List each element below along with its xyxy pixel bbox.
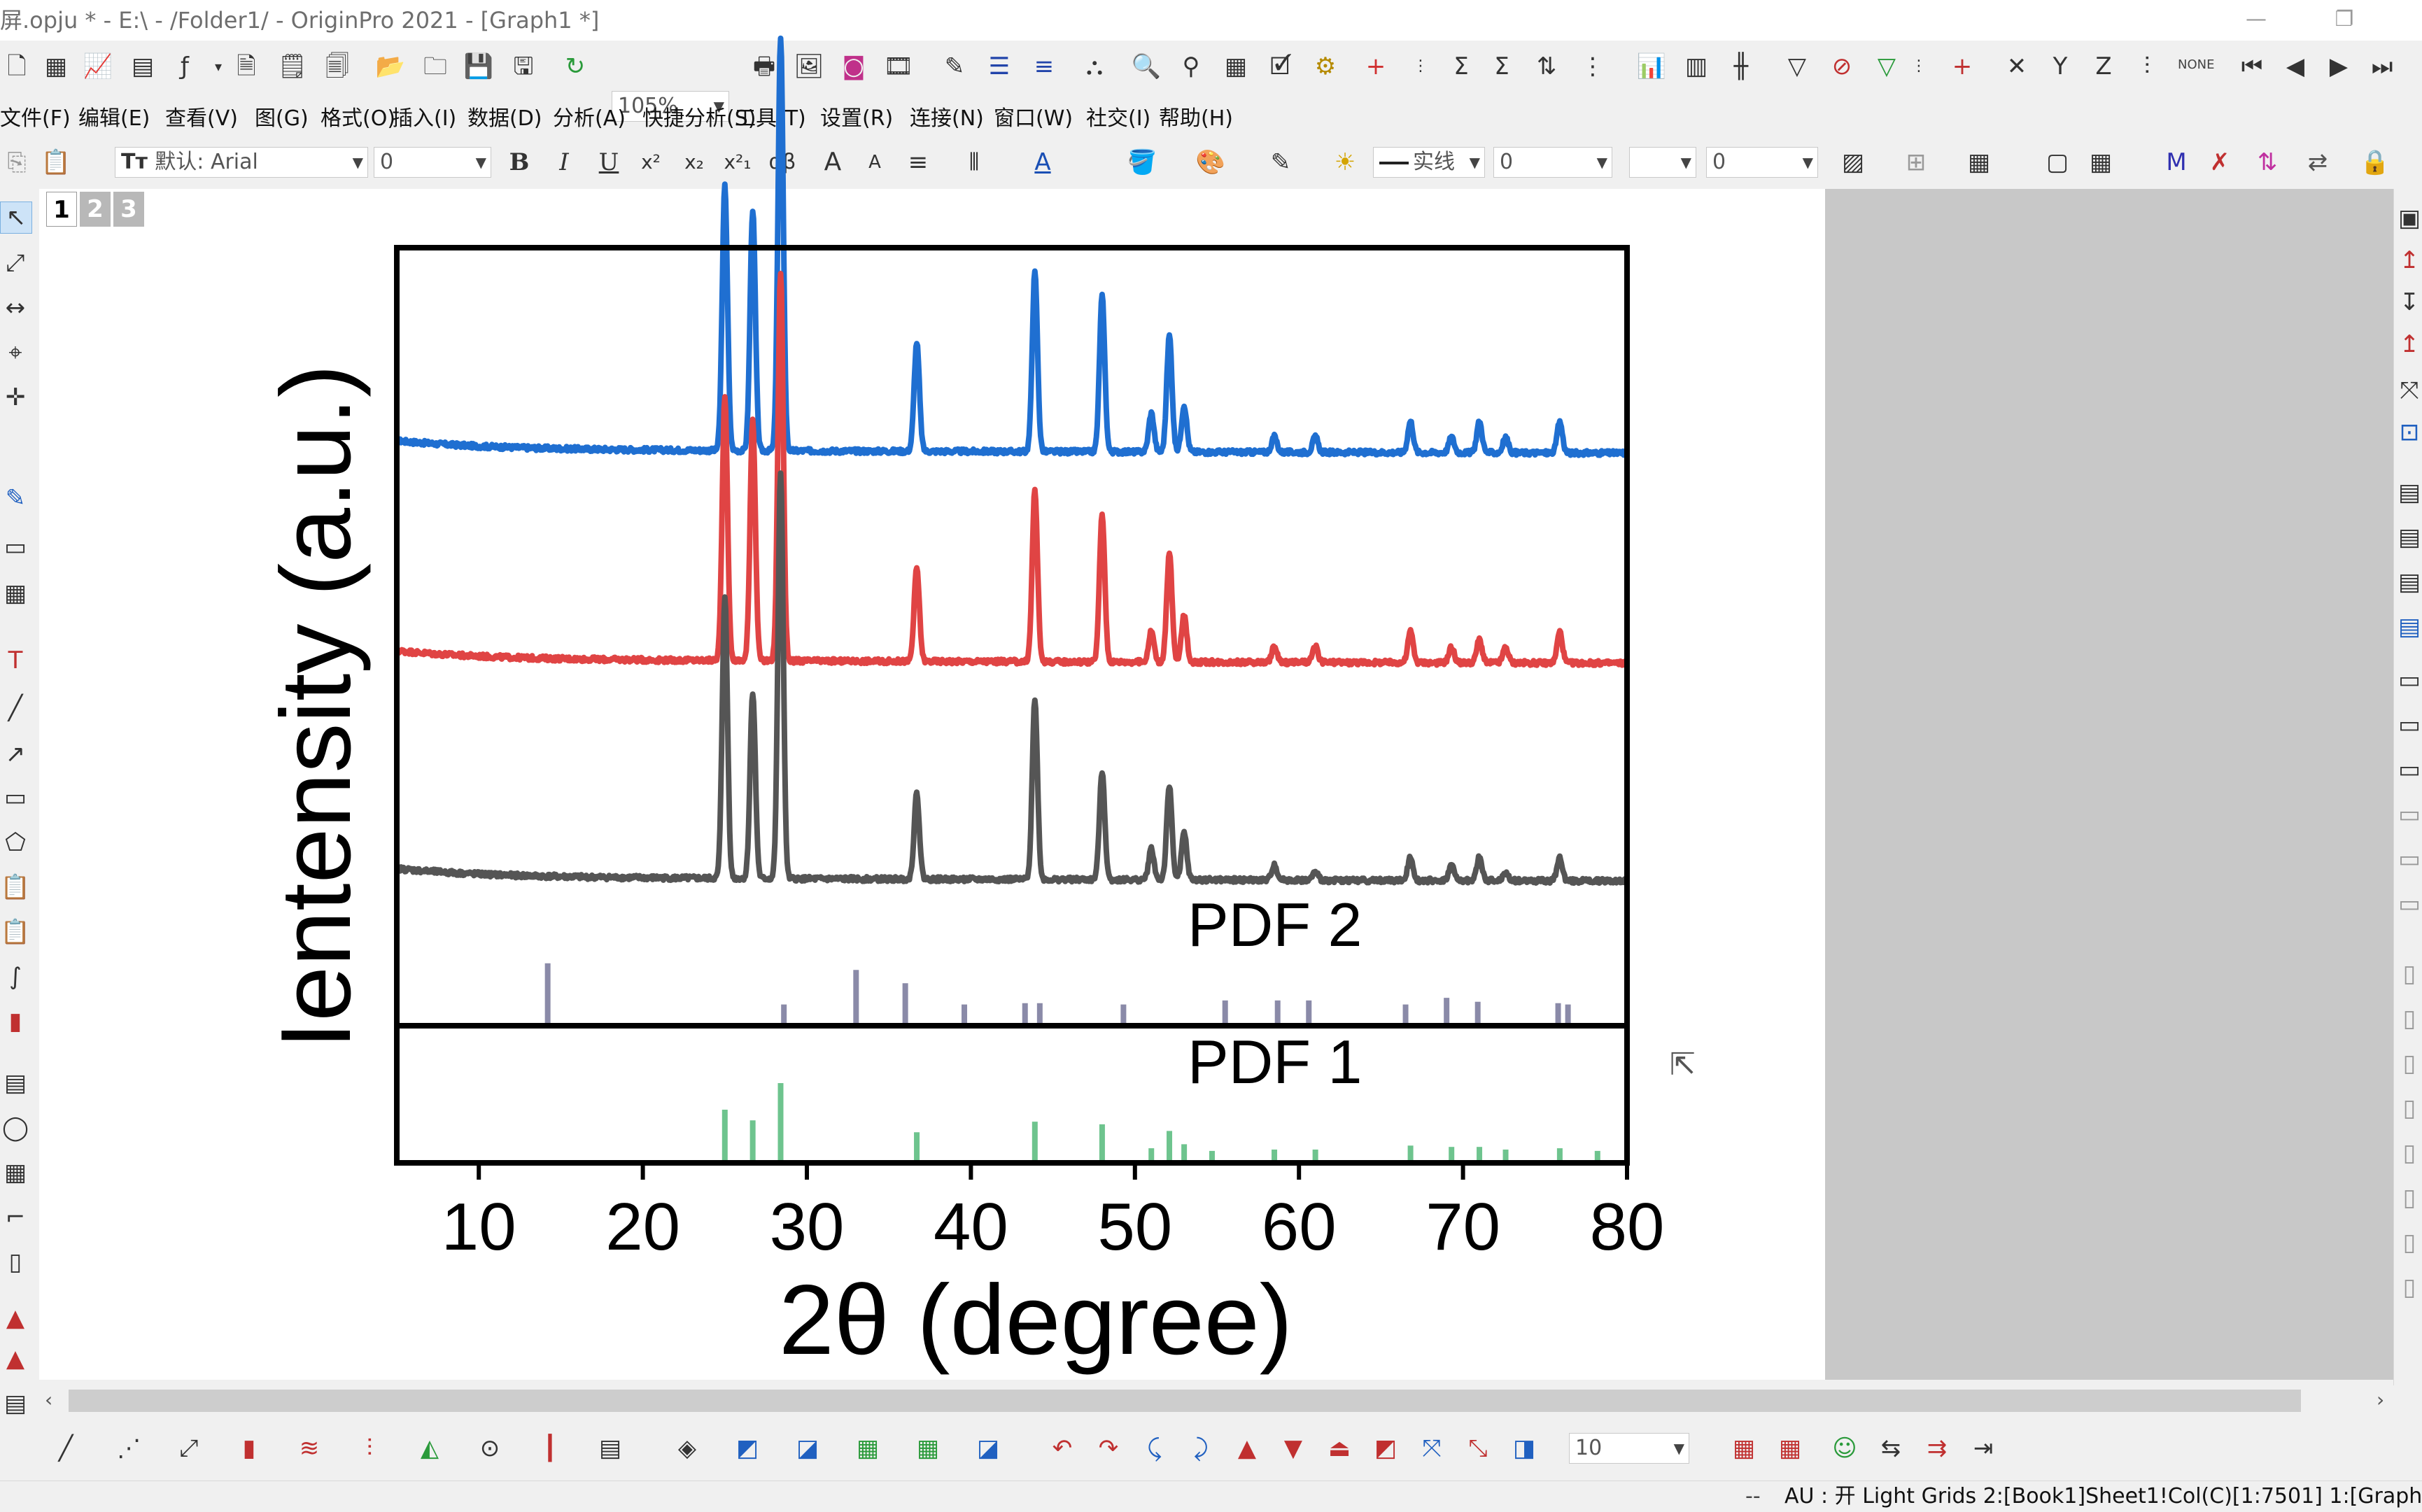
theme-icon[interactable]: ☺ (1829, 1433, 1860, 1464)
3d-bar-icon[interactable]: ◩ (732, 1433, 763, 1464)
scatter-plot-icon[interactable]: ⋰ (113, 1433, 144, 1464)
column-plot-icon[interactable]: ▮ (234, 1433, 265, 1464)
layer-manager-icon[interactable]: ▤ (2394, 612, 2422, 642)
status-bar: -- AU : 开 Light Grids 2:[Book1]Sheet1!Co… (0, 1481, 2422, 1512)
tilt-right-icon[interactable]: ⤸ (1185, 1433, 1216, 1464)
merge-graph-icon[interactable]: ▤ (2394, 477, 2422, 508)
projection-icon[interactable]: ◨ (1509, 1433, 1540, 1464)
bring-front-icon[interactable]: ▣ (2394, 203, 2422, 234)
layer-icon-e[interactable]: ▯ (2394, 1003, 2422, 1034)
reference-group (544, 963, 1600, 1163)
line-symbol-plot-icon[interactable]: ⤢ (174, 1433, 204, 1464)
2d-graphs-toolbar: ╱ ⋰ ⤢ ▮ ≋ ⫶ ◭ ⊙ ┃ ▤ ◈ ◩ ◪ ▦ ▦ ◪ ↶ ↷ ⤹ ⤸ … (36, 1416, 2422, 1481)
multi-panel-icon[interactable]: ≋ (294, 1433, 325, 1464)
layer-icon-c[interactable]: ▭ (2394, 889, 2422, 919)
lower-plot-frame (394, 1023, 1630, 1166)
new-legend-icon[interactable]: ▭ (2394, 665, 2422, 695)
layer-icon-a[interactable]: ▭ (2394, 799, 2422, 830)
3d-scatter-icon[interactable]: ◪ (792, 1433, 823, 1464)
layer-icon-h[interactable]: ▯ (2394, 1138, 2422, 1168)
perspective-icon[interactable]: ⏏ (1324, 1433, 1355, 1464)
x-tick-label: 50 (1097, 1189, 1172, 1264)
status-left-text: -- (1745, 1484, 1761, 1509)
x-tick-label: 60 (1262, 1189, 1337, 1264)
move-down-icon[interactable]: ▼ (1278, 1433, 1309, 1464)
x-tick-label: 40 (934, 1189, 1008, 1264)
layer-icon-g[interactable]: ▯ (2394, 1093, 2422, 1124)
line-plot-icon[interactable]: ╱ (50, 1433, 81, 1464)
right-toolbar: ▣ ↥ ↧ ↥ ⤧ ⊡ ▤ ▤ ▤ ▤ ▭ ▭ ▭ ▭ ▭ ▭ ▯ ▯ ▯ ▯ … (2393, 189, 2422, 1462)
scroll-right-icon[interactable]: › (2377, 1388, 2384, 1411)
size-dropdown-icon: ▼ (1673, 1440, 1684, 1457)
size-value: 10 (1575, 1436, 1603, 1460)
x-axis-title: 2θ (degree) (779, 1264, 1293, 1376)
contour-icon[interactable]: ▦ (852, 1433, 883, 1464)
size-select[interactable]: 10 ▼ (1569, 1433, 1689, 1464)
layer-icon-d[interactable]: ▯ (2394, 959, 2422, 989)
color-scale-legend-icon[interactable]: ▭ (2394, 754, 2422, 785)
image-plot-icon[interactable]: ◪ (973, 1433, 1004, 1464)
stock-plot-icon[interactable]: ┃ (535, 1433, 565, 1464)
tilt-left-icon[interactable]: ⤹ (1139, 1433, 1170, 1464)
upper-plot-frame (394, 245, 1630, 1029)
rescale-y-icon[interactable]: ↧ (2394, 287, 2422, 318)
horizontal-scrollbar[interactable]: ‹ › (39, 1385, 2400, 1416)
layer-icon-f[interactable]: ▯ (2394, 1048, 2422, 1079)
series-line-2 (394, 271, 1630, 668)
rescale-x-icon[interactable]: ↥ (2394, 245, 2422, 276)
mouse-cursor-icon: ⇱ (1670, 1047, 1696, 1082)
polar-plot-icon[interactable]: ⊙ (474, 1433, 505, 1464)
x-tick-label: 70 (1425, 1189, 1500, 1264)
scroll-left-icon[interactable]: ‹ (45, 1388, 52, 1411)
add-axis-icon[interactable]: ⊡ (2394, 417, 2422, 448)
rotate-left-icon[interactable]: ↶ (1047, 1433, 1078, 1464)
x-tick-label: 80 (1590, 1189, 1665, 1264)
series-line-3 (395, 470, 1629, 886)
scrollbar-thumb[interactable] (69, 1390, 2301, 1412)
layer-content-icon[interactable]: ▤ (2394, 567, 2422, 598)
layer-icon-i[interactable]: ▯ (2394, 1182, 2422, 1213)
pdf2-label: PDF 2 (1188, 890, 1362, 959)
mask-point-icon[interactable]: ▦ (1729, 1433, 1759, 1464)
reset-icon[interactable]: ⤡ (1463, 1433, 1493, 1464)
error-bar-icon[interactable]: ⫶ (354, 1433, 385, 1464)
x-tick-label: 30 (770, 1189, 845, 1264)
timestamp-icon[interactable]: ▭ (2394, 709, 2422, 740)
xrd-chart: 10 20 30 40 50 60 70 80 PDF 2 PDF 1 2θ (degree)… (260, 35, 1665, 1376)
unmask-point-icon[interactable]: ▦ (1775, 1433, 1805, 1464)
x-axis-ticks: 10 20 30 40 50 60 70 80 (442, 1163, 1665, 1264)
pdf1-label: PDF 1 (1188, 1027, 1362, 1096)
heatmap-icon[interactable]: ▦ (913, 1433, 943, 1464)
x-tick-label: 10 (442, 1189, 516, 1264)
swap-axes-icon[interactable]: ⤧ (2394, 375, 2422, 406)
rotate-right-icon[interactable]: ↷ (1093, 1433, 1124, 1464)
series-group (394, 35, 1630, 886)
fit-frame-icon[interactable]: ⤧ (1416, 1433, 1447, 1464)
layer-spacing-icon[interactable]: ⇥ (1968, 1433, 1999, 1464)
3d-surface-icon[interactable]: ◈ (672, 1433, 703, 1464)
layer-icon-j[interactable]: ▯ (2394, 1227, 2422, 1258)
status-text: AU : 开 Light Grids 2:[Book1]Sheet1!Col(C… (1784, 1484, 2422, 1509)
layer-distribute-icon[interactable]: ⇉ (1922, 1433, 1952, 1464)
layer-align-icon[interactable]: ⇆ (1875, 1433, 1906, 1464)
y-axis-title: Ientensity (a.u.) (260, 365, 372, 1050)
layer-icon-b[interactable]: ▭ (2394, 844, 2422, 875)
layer-icon-k[interactable]: ▯ (2394, 1272, 2422, 1303)
x-tick-label: 20 (605, 1189, 680, 1264)
rescale-xy-icon[interactable]: ↥ (2394, 329, 2422, 360)
extract-layer-icon[interactable]: ▤ (2394, 522, 2422, 553)
move-up-icon[interactable]: ▲ (1232, 1433, 1262, 1464)
resize-icon[interactable]: ◩ (1370, 1433, 1401, 1464)
template-icon[interactable]: ▤ (595, 1433, 626, 1464)
area-plot-icon[interactable]: ◭ (414, 1433, 445, 1464)
